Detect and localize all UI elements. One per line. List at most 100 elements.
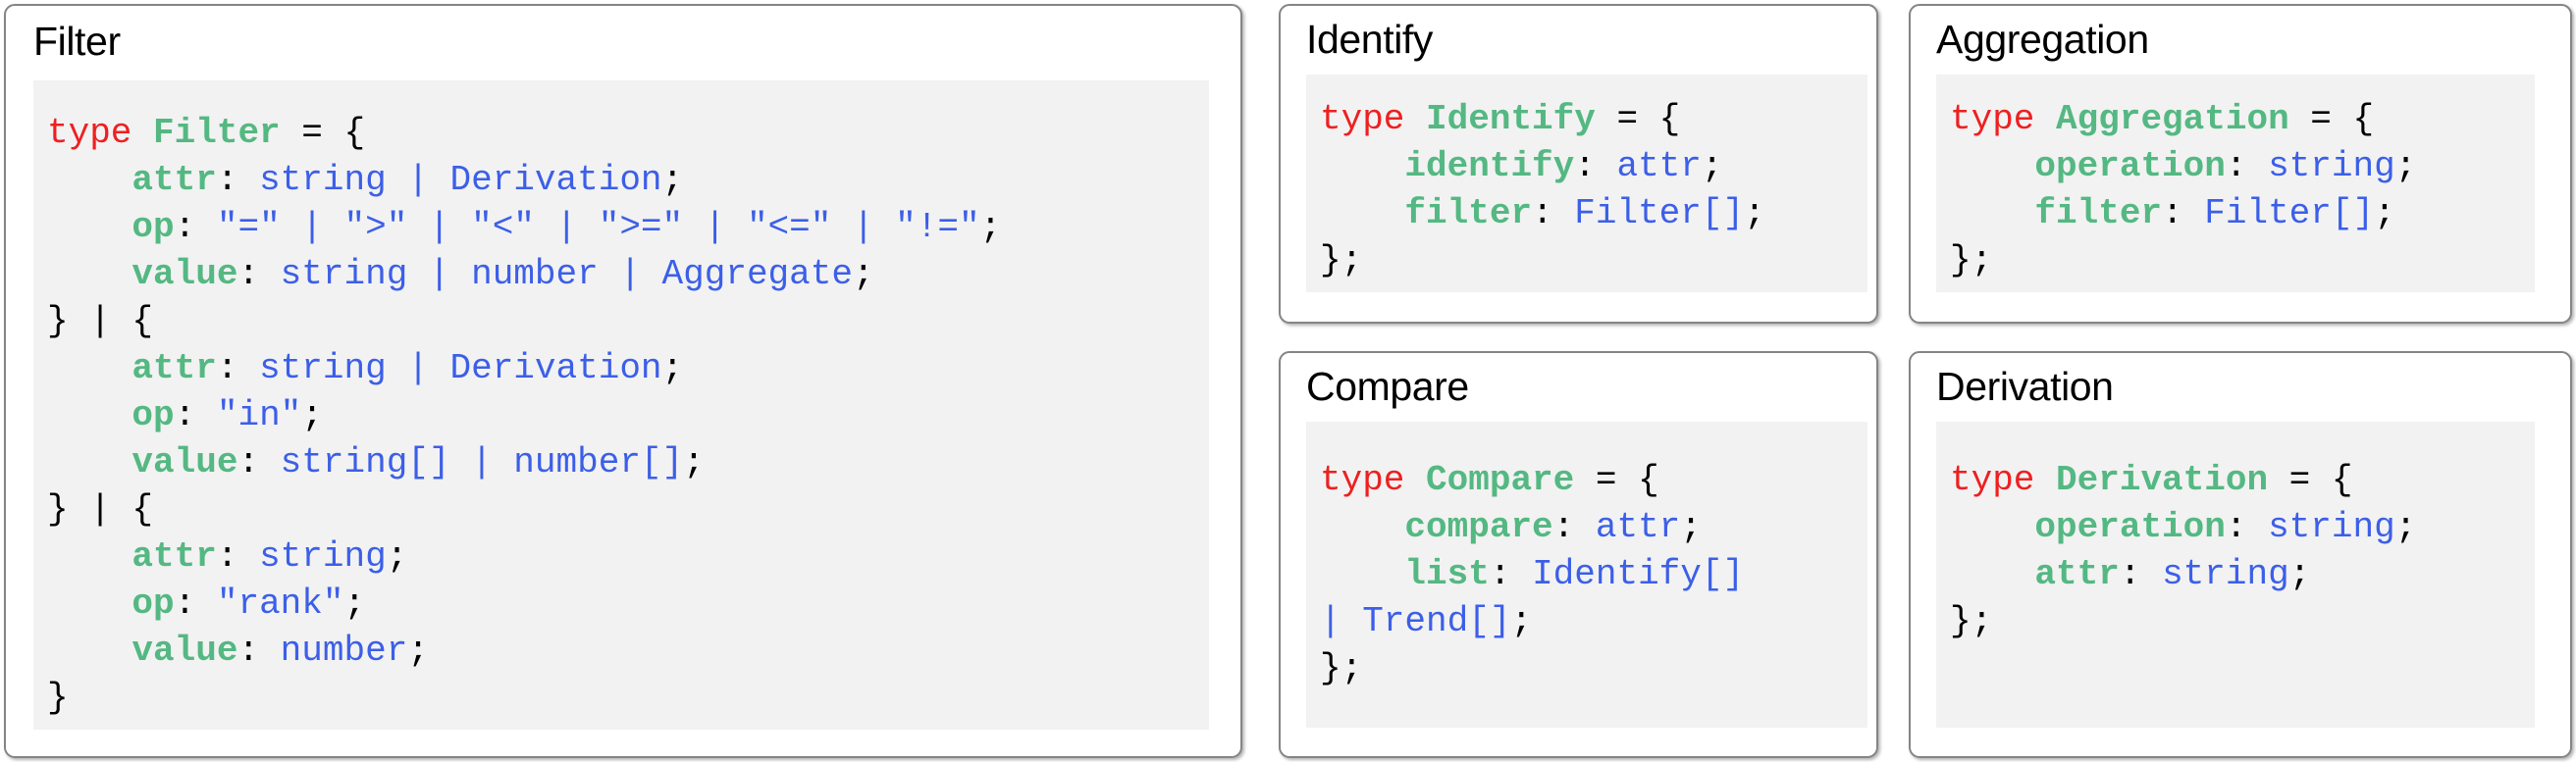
- code-token-kw: type: [1950, 99, 2057, 139]
- code-token-type: | Trend[]: [1320, 601, 1511, 641]
- code-token-prop: attr: [131, 536, 217, 577]
- code-line: op: "=" | ">" | "<" | ">=" | "<=" | "!="…: [47, 204, 1209, 251]
- code-token-name: Filter: [153, 113, 281, 153]
- code-line: };: [1950, 237, 2535, 284]
- code-token-prop: attr: [131, 160, 217, 200]
- code-token-prop: op: [131, 395, 175, 435]
- code-token-pun: [1950, 193, 2034, 233]
- code-token-pun: ;: [661, 348, 684, 388]
- code-token-pun: [47, 536, 131, 577]
- code-token-pun: ;: [2288, 554, 2311, 594]
- code-line: value: number;: [47, 628, 1209, 675]
- code-token-pun: ;: [1701, 146, 1723, 186]
- code-token-pun: ;: [407, 631, 429, 671]
- code-token-prop: operation: [2034, 507, 2226, 547]
- code-line: type Aggregation = {: [1950, 96, 2535, 143]
- code-token-prop: op: [131, 207, 175, 247]
- code-token-pun: };: [1320, 240, 1363, 280]
- code-line: filter: Filter[];: [1950, 190, 2535, 237]
- code-token-pun: }: [47, 678, 69, 718]
- code-line: type Derivation = {: [1950, 457, 2535, 504]
- code-token-name: Derivation: [2056, 460, 2269, 500]
- code-token-kw: type: [47, 113, 154, 153]
- code-line: attr: string | Derivation;: [47, 345, 1209, 392]
- panel-identify: Identify type Identify = { identify: att…: [1279, 4, 1878, 324]
- code-token-pun: [47, 631, 131, 671]
- code-line: } | {: [47, 486, 1209, 533]
- code-token-pun: [47, 395, 131, 435]
- code-line: value: string[] | number[];: [47, 439, 1209, 486]
- code-token-pun: ;: [2394, 507, 2417, 547]
- code-token-pun: :: [174, 584, 217, 624]
- code-token-pun: :: [2225, 507, 2269, 547]
- code-line: attr: string | Derivation;: [47, 157, 1209, 204]
- code-line: operation: string;: [1950, 504, 2535, 551]
- code-line: | Trend[];: [1320, 598, 1867, 645]
- code-token-pun: = {: [280, 113, 366, 153]
- code-token-prop: list: [1404, 554, 1490, 594]
- code-token-pun: ;: [2394, 146, 2417, 186]
- code-token-str: "rank": [216, 584, 344, 624]
- code-token-type: attr: [1595, 507, 1681, 547]
- code-line: operation: string;: [1950, 143, 2535, 190]
- code-token-pun: ;: [343, 584, 366, 624]
- code-token-pun: [1320, 146, 1404, 186]
- code-token-pun: :: [1532, 193, 1575, 233]
- code-token-pun: :: [216, 348, 260, 388]
- code-token-type: string: [2268, 507, 2395, 547]
- code-line: attr: string;: [1950, 551, 2535, 598]
- code-token-pun: :: [1574, 146, 1617, 186]
- code-token-pun: ;: [1680, 507, 1702, 547]
- code-token-type: string: [259, 536, 387, 577]
- code-token-prop: filter: [2034, 193, 2163, 233]
- code-line: type Filter = {: [47, 110, 1209, 157]
- code-token-pun: [1320, 507, 1404, 547]
- code-token-type: string: [2268, 146, 2395, 186]
- code-token-name: Identify: [1426, 99, 1596, 139]
- code-block-compare: type Compare = { compare: attr; list: Id…: [1306, 422, 1867, 728]
- code-token-pun: :: [1489, 554, 1533, 594]
- code-token-pun: [47, 348, 131, 388]
- code-token-prop: value: [131, 442, 238, 483]
- code-token-pun: ;: [2374, 193, 2395, 233]
- code-token-pun: };: [1320, 648, 1363, 688]
- code-token-prop: identify: [1404, 146, 1575, 186]
- code-block-identify: type Identify = { identify: attr; filter…: [1306, 75, 1867, 292]
- code-token-pun: :: [237, 631, 281, 671]
- code-token-pun: [47, 254, 131, 294]
- type-definitions-board: Filter type Filter = { attr: string | De…: [0, 0, 2576, 762]
- code-line: op: "rank";: [47, 581, 1209, 628]
- code-block-aggregation: type Aggregation = { operation: string; …: [1936, 75, 2535, 292]
- panel-title-aggregation: Aggregation: [1936, 17, 2149, 62]
- code-token-pun: :: [2119, 554, 2163, 594]
- code-token-pun: [1950, 146, 2034, 186]
- code-token-pun: :: [174, 395, 217, 435]
- code-token-pun: ;: [979, 207, 1002, 247]
- code-token-pun: };: [1950, 601, 1993, 641]
- code-token-kw: type: [1950, 460, 2057, 500]
- code-line: type Compare = {: [1320, 457, 1867, 504]
- code-line: filter: Filter[];: [1320, 190, 1867, 237]
- code-token-pun: ;: [301, 395, 323, 435]
- code-token-pun: [47, 160, 131, 200]
- code-token-type: number: [280, 631, 408, 671]
- code-line: attr: string;: [47, 533, 1209, 581]
- code-token-kw: type: [1320, 460, 1427, 500]
- code-line: op: "in";: [47, 392, 1209, 439]
- panel-derivation: Derivation type Derivation = { operation…: [1909, 351, 2572, 758]
- code-token-pun: :: [2162, 193, 2205, 233]
- code-token-pun: [1950, 554, 2034, 594]
- panel-filter: Filter type Filter = { attr: string | De…: [4, 4, 1242, 758]
- code-token-prop: operation: [2034, 146, 2226, 186]
- code-token-str: "=" | ">" | "<" | ">=" | "<=" | "!=": [216, 207, 980, 247]
- code-line: };: [1950, 598, 2535, 645]
- code-token-pun: ;: [1510, 601, 1533, 641]
- code-token-pun: [47, 584, 131, 624]
- code-token-pun: :: [216, 160, 260, 200]
- code-token-pun: :: [1552, 507, 1596, 547]
- code-line: }: [47, 675, 1209, 722]
- code-token-pun: ;: [661, 160, 684, 200]
- code-token-name: Compare: [1426, 460, 1575, 500]
- panel-title-filter: Filter: [33, 19, 121, 64]
- panel-compare: Compare type Compare = { compare: attr; …: [1279, 351, 1878, 758]
